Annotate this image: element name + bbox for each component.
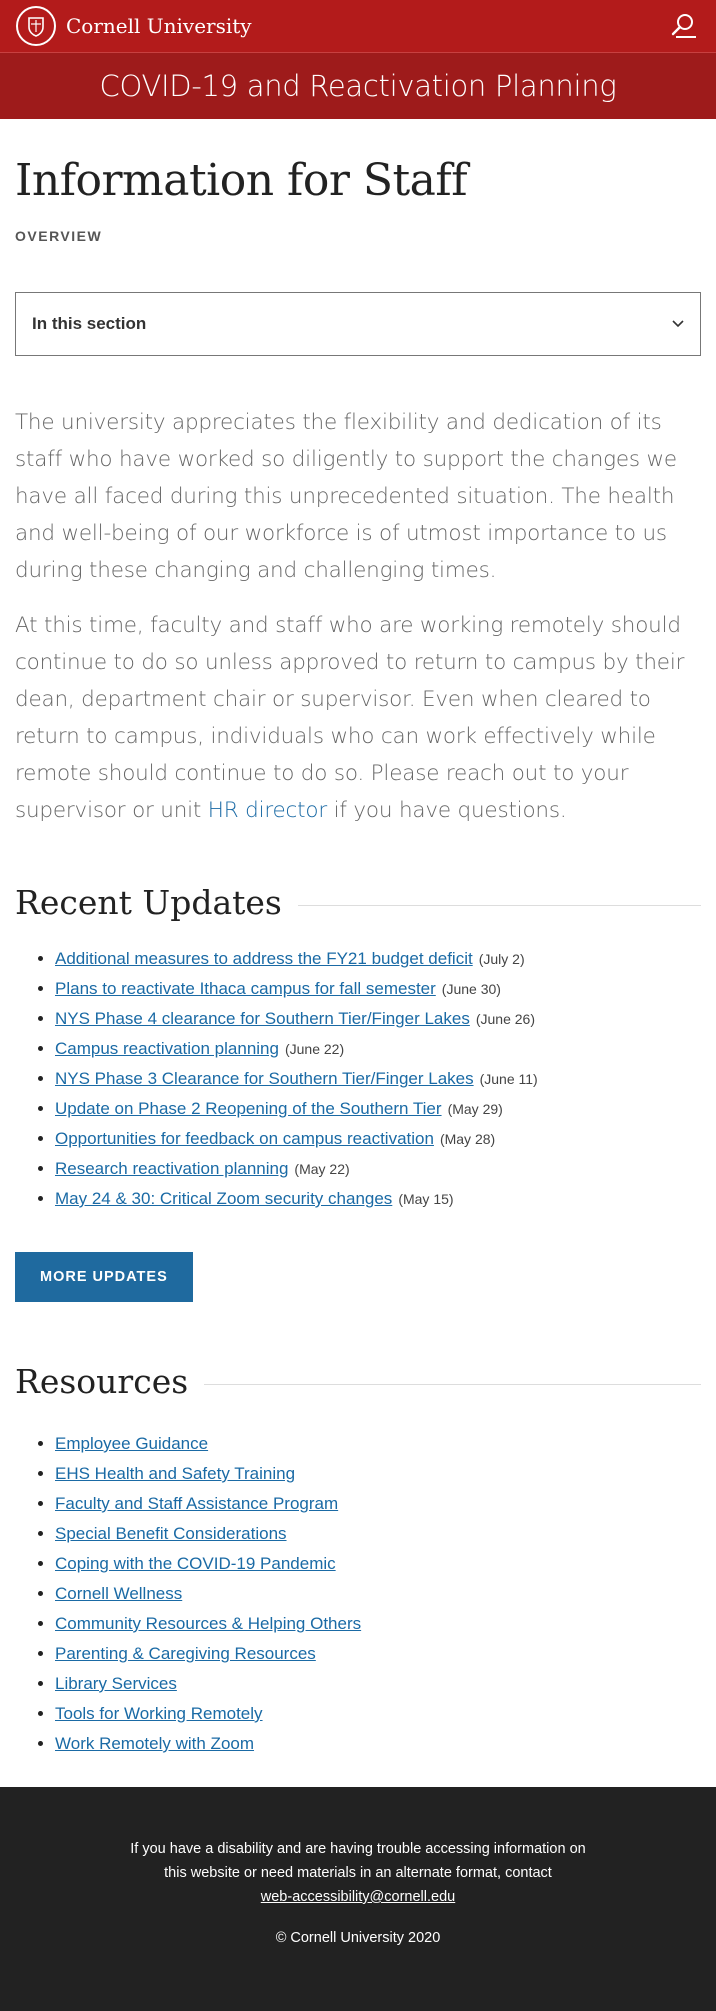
update-link[interactable]: Additional measures to address the FY21 … bbox=[55, 949, 473, 968]
intro-paragraph-2: At this time, faculty and staff who are … bbox=[15, 607, 701, 829]
recent-updates-heading-row: Recent Updates bbox=[15, 883, 701, 922]
update-date: (June 26) bbox=[475, 1011, 535, 1027]
accessibility-text: If you have a disability and are having … bbox=[130, 1841, 586, 1881]
list-item: Update on Phase 2 Reopening of the South… bbox=[55, 1094, 701, 1124]
more-updates-button[interactable]: MORE UPDATES bbox=[15, 1252, 193, 1302]
list-item: Coping with the COVID-19 Pandemic bbox=[55, 1549, 701, 1579]
resource-link[interactable]: Cornell Wellness bbox=[55, 1584, 182, 1603]
intro-paragraph-2-text: At this time, faculty and staff who are … bbox=[15, 613, 685, 823]
list-item: EHS Health and Safety Training bbox=[55, 1459, 701, 1489]
resource-link[interactable]: Faculty and Staff Assistance Program bbox=[55, 1494, 338, 1513]
intro-paragraph-1: The university appreciates the flexibili… bbox=[15, 410, 677, 583]
site-footer: If you have a disability and are having … bbox=[0, 1787, 716, 2011]
page-title: Information for Staff bbox=[15, 155, 467, 206]
heading-divider bbox=[297, 905, 701, 906]
list-item: Cornell Wellness bbox=[55, 1579, 701, 1609]
list-item: Campus reactivation planning (June 22) bbox=[55, 1034, 701, 1064]
accessibility-email-link[interactable]: web-accessibility@cornell.edu bbox=[261, 1889, 455, 1905]
update-link[interactable]: NYS Phase 4 clearance for Southern Tier/… bbox=[55, 1009, 470, 1028]
list-item: Tools for Working Remotely bbox=[55, 1699, 701, 1729]
list-item: May 24 & 30: Critical Zoom security chan… bbox=[55, 1184, 701, 1214]
site-header: Cornell University bbox=[0, 0, 716, 52]
recent-updates-section: Recent Updates Additional measures to ad… bbox=[15, 883, 701, 1302]
update-link[interactable]: Research reactivation planning bbox=[55, 1159, 288, 1178]
banner-title[interactable]: COVID-19 and Reactivation Planning bbox=[100, 69, 617, 103]
update-link[interactable]: Update on Phase 2 Reopening of the South… bbox=[55, 1099, 442, 1118]
resource-link[interactable]: Work Remotely with Zoom bbox=[55, 1734, 254, 1753]
list-item: Employee Guidance bbox=[55, 1429, 701, 1459]
list-item: Special Benefit Considerations bbox=[55, 1519, 701, 1549]
list-item: Library Services bbox=[55, 1669, 701, 1699]
resource-link[interactable]: Coping with the COVID-19 Pandemic bbox=[55, 1554, 336, 1573]
copyright: © Cornell University 2020 bbox=[275, 1930, 441, 1946]
update-link[interactable]: Campus reactivation planning bbox=[55, 1039, 279, 1058]
resource-link[interactable]: EHS Health and Safety Training bbox=[55, 1464, 295, 1483]
brand-name: Cornell University bbox=[66, 14, 252, 38]
update-date: (May 22) bbox=[294, 1161, 350, 1177]
accessibility-notice: If you have a disability and are having … bbox=[118, 1787, 598, 1909]
resources-heading-row: Resources bbox=[15, 1362, 701, 1401]
update-link[interactable]: Opportunities for feedback on campus rea… bbox=[55, 1129, 434, 1148]
update-link[interactable]: May 24 & 30: Critical Zoom security chan… bbox=[55, 1189, 392, 1208]
section-banner: COVID-19 and Reactivation Planning bbox=[0, 52, 716, 119]
update-date: (May 15) bbox=[398, 1191, 454, 1207]
update-date: (June 30) bbox=[441, 981, 501, 997]
list-item: Faculty and Staff Assistance Program bbox=[55, 1489, 701, 1519]
list-item: Opportunities for feedback on campus rea… bbox=[55, 1124, 701, 1154]
dropdown-label: In this section bbox=[32, 314, 147, 333]
hr-director-link[interactable]: HR director bbox=[208, 798, 327, 823]
resource-link[interactable]: Library Services bbox=[55, 1674, 177, 1693]
list-item: Community Resources & Helping Others bbox=[55, 1609, 701, 1639]
resource-link[interactable]: Community Resources & Helping Others bbox=[55, 1614, 361, 1633]
list-item: Parenting & Caregiving Resources bbox=[55, 1639, 701, 1669]
update-date: (May 28) bbox=[439, 1131, 496, 1147]
resources-list: Employee Guidance EHS Health and Safety … bbox=[15, 1429, 701, 1759]
chevron-down-icon bbox=[672, 315, 684, 333]
update-link[interactable]: NYS Phase 3 Clearance for Southern Tier/… bbox=[55, 1069, 474, 1088]
update-date: (June 11) bbox=[479, 1071, 538, 1087]
updates-list: Additional measures to address the FY21 … bbox=[15, 944, 701, 1214]
recent-updates-heading: Recent Updates bbox=[15, 883, 282, 922]
heading-divider bbox=[204, 1384, 701, 1385]
resource-link[interactable]: Tools for Working Remotely bbox=[55, 1704, 263, 1723]
resource-link[interactable]: Parenting & Caregiving Resources bbox=[55, 1644, 316, 1663]
main-content: Information for Staff OVERVIEW In this s… bbox=[0, 155, 716, 1759]
search-icon[interactable] bbox=[666, 9, 700, 43]
resource-link[interactable]: Special Benefit Considerations bbox=[55, 1524, 287, 1543]
cornell-home-link[interactable]: Cornell University bbox=[16, 6, 252, 46]
list-item: Research reactivation planning (May 22) bbox=[55, 1154, 701, 1184]
update-date: (June 22) bbox=[284, 1041, 345, 1057]
cornell-seal-icon bbox=[16, 6, 56, 46]
resources-section: Resources Employee Guidance EHS Health a… bbox=[15, 1362, 701, 1759]
resource-link[interactable]: Employee Guidance bbox=[55, 1434, 208, 1453]
intro-text: The university appreciates the flexibili… bbox=[15, 404, 701, 829]
update-date: (July 2) bbox=[478, 951, 525, 967]
page-subtitle: OVERVIEW bbox=[15, 228, 103, 244]
list-item: Plans to reactivate Ithaca campus for fa… bbox=[55, 974, 701, 1004]
resources-heading: Resources bbox=[15, 1362, 189, 1401]
in-this-section-dropdown[interactable]: In this section bbox=[15, 292, 701, 356]
list-item: NYS Phase 3 Clearance for Southern Tier/… bbox=[55, 1064, 701, 1094]
update-link[interactable]: Plans to reactivate Ithaca campus for fa… bbox=[55, 979, 436, 998]
list-item: Additional measures to address the FY21 … bbox=[55, 944, 701, 974]
update-date: (May 29) bbox=[447, 1101, 503, 1117]
intro-paragraph-2-end: if you have questions. bbox=[327, 798, 567, 823]
list-item: NYS Phase 4 clearance for Southern Tier/… bbox=[55, 1004, 701, 1034]
list-item: Work Remotely with Zoom bbox=[55, 1729, 701, 1759]
